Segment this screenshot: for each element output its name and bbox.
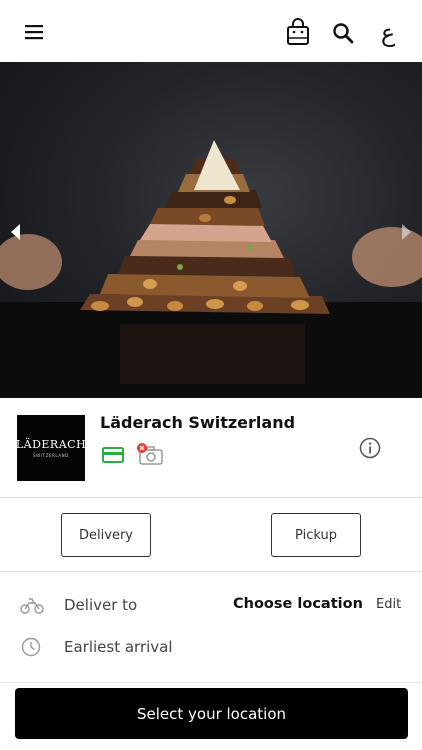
bottom-divider (0, 682, 422, 683)
select-location-button[interactable]: Select your location (15, 688, 408, 739)
chevron-right-icon[interactable] (398, 222, 414, 242)
choose-location-link[interactable]: Choose location (233, 596, 363, 612)
store-logo: LÄDERACH SWITZERLAND (15, 415, 87, 481)
order-mode-section: Delivery Pickup (0, 498, 422, 572)
delivery-button[interactable]: Delivery (61, 513, 151, 557)
store-logo-subtext: SWITZERLAND (33, 453, 69, 458)
clock-icon (20, 636, 44, 658)
store-logo-text: LÄDERACH (15, 438, 87, 451)
earliest-arrival-label: Earliest arrival (64, 638, 173, 656)
pickup-button[interactable]: Pickup (271, 513, 361, 557)
shopping-bag-icon[interactable] (284, 16, 312, 48)
deliver-to-row[interactable]: Deliver to Choose location Edit (0, 585, 422, 625)
hamburger-menu-icon[interactable] (22, 22, 46, 42)
chocolate-stack-illustration (0, 140, 422, 398)
hero-banner-image (0, 62, 422, 398)
earliest-arrival-row: Earliest arrival (0, 627, 422, 667)
search-icon[interactable] (330, 20, 356, 46)
edit-location-link[interactable]: Edit (376, 597, 401, 612)
scooter-icon (20, 594, 44, 616)
deliver-to-label: Deliver to (64, 596, 138, 614)
camera-unavailable-icon (136, 442, 164, 466)
language-toggle-button[interactable]: ع (374, 18, 402, 48)
top-bar: ع (0, 0, 422, 62)
store-info-section: LÄDERACH SWITZERLAND Läderach Switzerlan… (0, 398, 422, 498)
chevron-left-icon[interactable] (8, 222, 24, 242)
store-name: Läderach Switzerland (100, 413, 296, 432)
info-icon[interactable] (359, 437, 381, 459)
credit-card-icon (102, 447, 124, 463)
